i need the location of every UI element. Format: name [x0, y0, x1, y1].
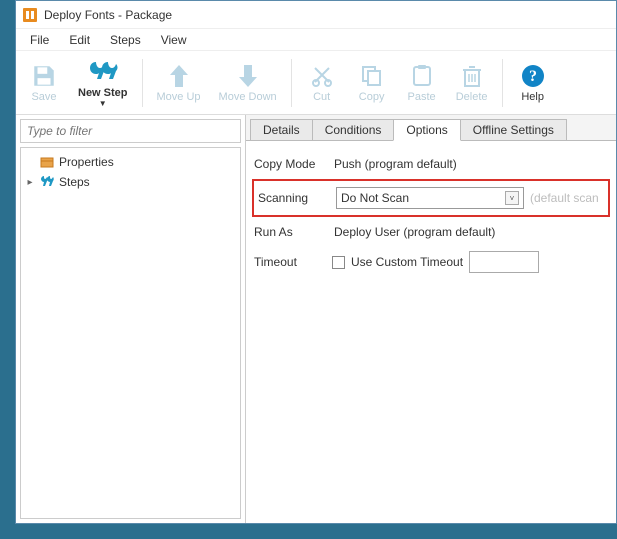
paste-icon: [411, 61, 433, 91]
timeout-input[interactable]: [469, 251, 539, 273]
arrow-down-icon: [237, 61, 259, 91]
arrow-up-icon: [168, 61, 190, 91]
row-copy-mode: Copy Mode Push (program default): [246, 149, 616, 179]
app-icon: [22, 7, 38, 23]
delete-button[interactable]: Delete: [450, 59, 494, 105]
move-up-button[interactable]: Move Up: [151, 59, 207, 105]
menu-bar: File Edit Steps View: [16, 29, 616, 51]
copy-mode-label: Copy Mode: [254, 157, 332, 171]
help-icon: ?: [520, 61, 546, 91]
run-as-value[interactable]: Deploy User (program default): [332, 222, 608, 242]
tab-strip: Details Conditions Options Offline Setti…: [246, 115, 616, 141]
toolbar-separator: [142, 59, 143, 107]
body-split: Properties ▸ Steps Details Conditions Op…: [16, 115, 616, 523]
package-icon: [39, 154, 55, 170]
copy-icon: [360, 61, 384, 91]
options-form: Copy Mode Push (program default) Scannin…: [246, 141, 616, 523]
scanning-dropdown[interactable]: Do Not Scan ˅: [336, 187, 524, 209]
row-scanning: Scanning Do Not Scan ˅ (default scan: [258, 183, 604, 213]
menu-view[interactable]: View: [153, 31, 195, 49]
scanning-value: Do Not Scan: [341, 191, 409, 205]
save-icon: [31, 61, 57, 91]
expand-icon[interactable]: ▸: [25, 177, 35, 188]
scanning-label: Scanning: [258, 191, 336, 205]
chevron-down-icon: ▼: [99, 100, 107, 108]
app-window: Deploy Fonts - Package File Edit Steps V…: [15, 0, 617, 524]
toolbar: Save New Step ▼ Move Up Move Down: [16, 51, 616, 115]
tree-item-steps[interactable]: ▸ Steps: [21, 172, 240, 192]
tab-options[interactable]: Options: [393, 119, 460, 141]
paste-button[interactable]: Paste: [400, 59, 444, 105]
tree-item-properties[interactable]: Properties: [21, 152, 240, 172]
new-step-button[interactable]: New Step ▼: [72, 55, 134, 109]
tab-details[interactable]: Details: [250, 119, 313, 140]
move-down-button[interactable]: Move Down: [213, 59, 283, 105]
right-panel: Details Conditions Options Offline Setti…: [246, 115, 616, 523]
tab-offline-settings[interactable]: Offline Settings: [460, 119, 567, 140]
new-step-icon: [88, 57, 118, 87]
use-custom-timeout-checkbox[interactable]: Use Custom Timeout: [332, 255, 463, 269]
svg-text:?: ?: [529, 68, 537, 85]
copy-button[interactable]: Copy: [350, 59, 394, 105]
menu-steps[interactable]: Steps: [102, 31, 149, 49]
tree-item-label: Properties: [59, 155, 114, 169]
scissors-icon: [311, 61, 333, 91]
filter-input[interactable]: [20, 119, 241, 143]
help-button[interactable]: ? Help: [511, 59, 555, 105]
run-as-label: Run As: [254, 225, 332, 239]
cut-button[interactable]: Cut: [300, 59, 344, 105]
toolbar-separator: [502, 59, 503, 107]
checkbox-box: [332, 256, 345, 269]
menu-edit[interactable]: Edit: [61, 31, 98, 49]
window-title: Deploy Fonts - Package: [44, 8, 172, 22]
save-button[interactable]: Save: [22, 59, 66, 105]
tab-conditions[interactable]: Conditions: [312, 119, 395, 140]
chevron-down-icon: ˅: [505, 191, 519, 205]
toolbar-separator: [291, 59, 292, 107]
title-bar: Deploy Fonts - Package: [16, 1, 616, 29]
copy-mode-value[interactable]: Push (program default): [332, 154, 608, 174]
menu-file[interactable]: File: [22, 31, 57, 49]
steps-icon: [39, 174, 55, 190]
trash-icon: [461, 61, 483, 91]
row-timeout: Timeout Use Custom Timeout: [246, 247, 616, 277]
left-panel: Properties ▸ Steps: [16, 115, 246, 523]
tree-view[interactable]: Properties ▸ Steps: [20, 147, 241, 519]
tree-item-label: Steps: [59, 175, 90, 189]
checkbox-label: Use Custom Timeout: [351, 255, 463, 269]
row-run-as: Run As Deploy User (program default): [246, 217, 616, 247]
timeout-label: Timeout: [254, 255, 332, 269]
scanning-highlight: Scanning Do Not Scan ˅ (default scan: [252, 179, 610, 217]
scanning-hint: (default scan: [530, 191, 599, 205]
